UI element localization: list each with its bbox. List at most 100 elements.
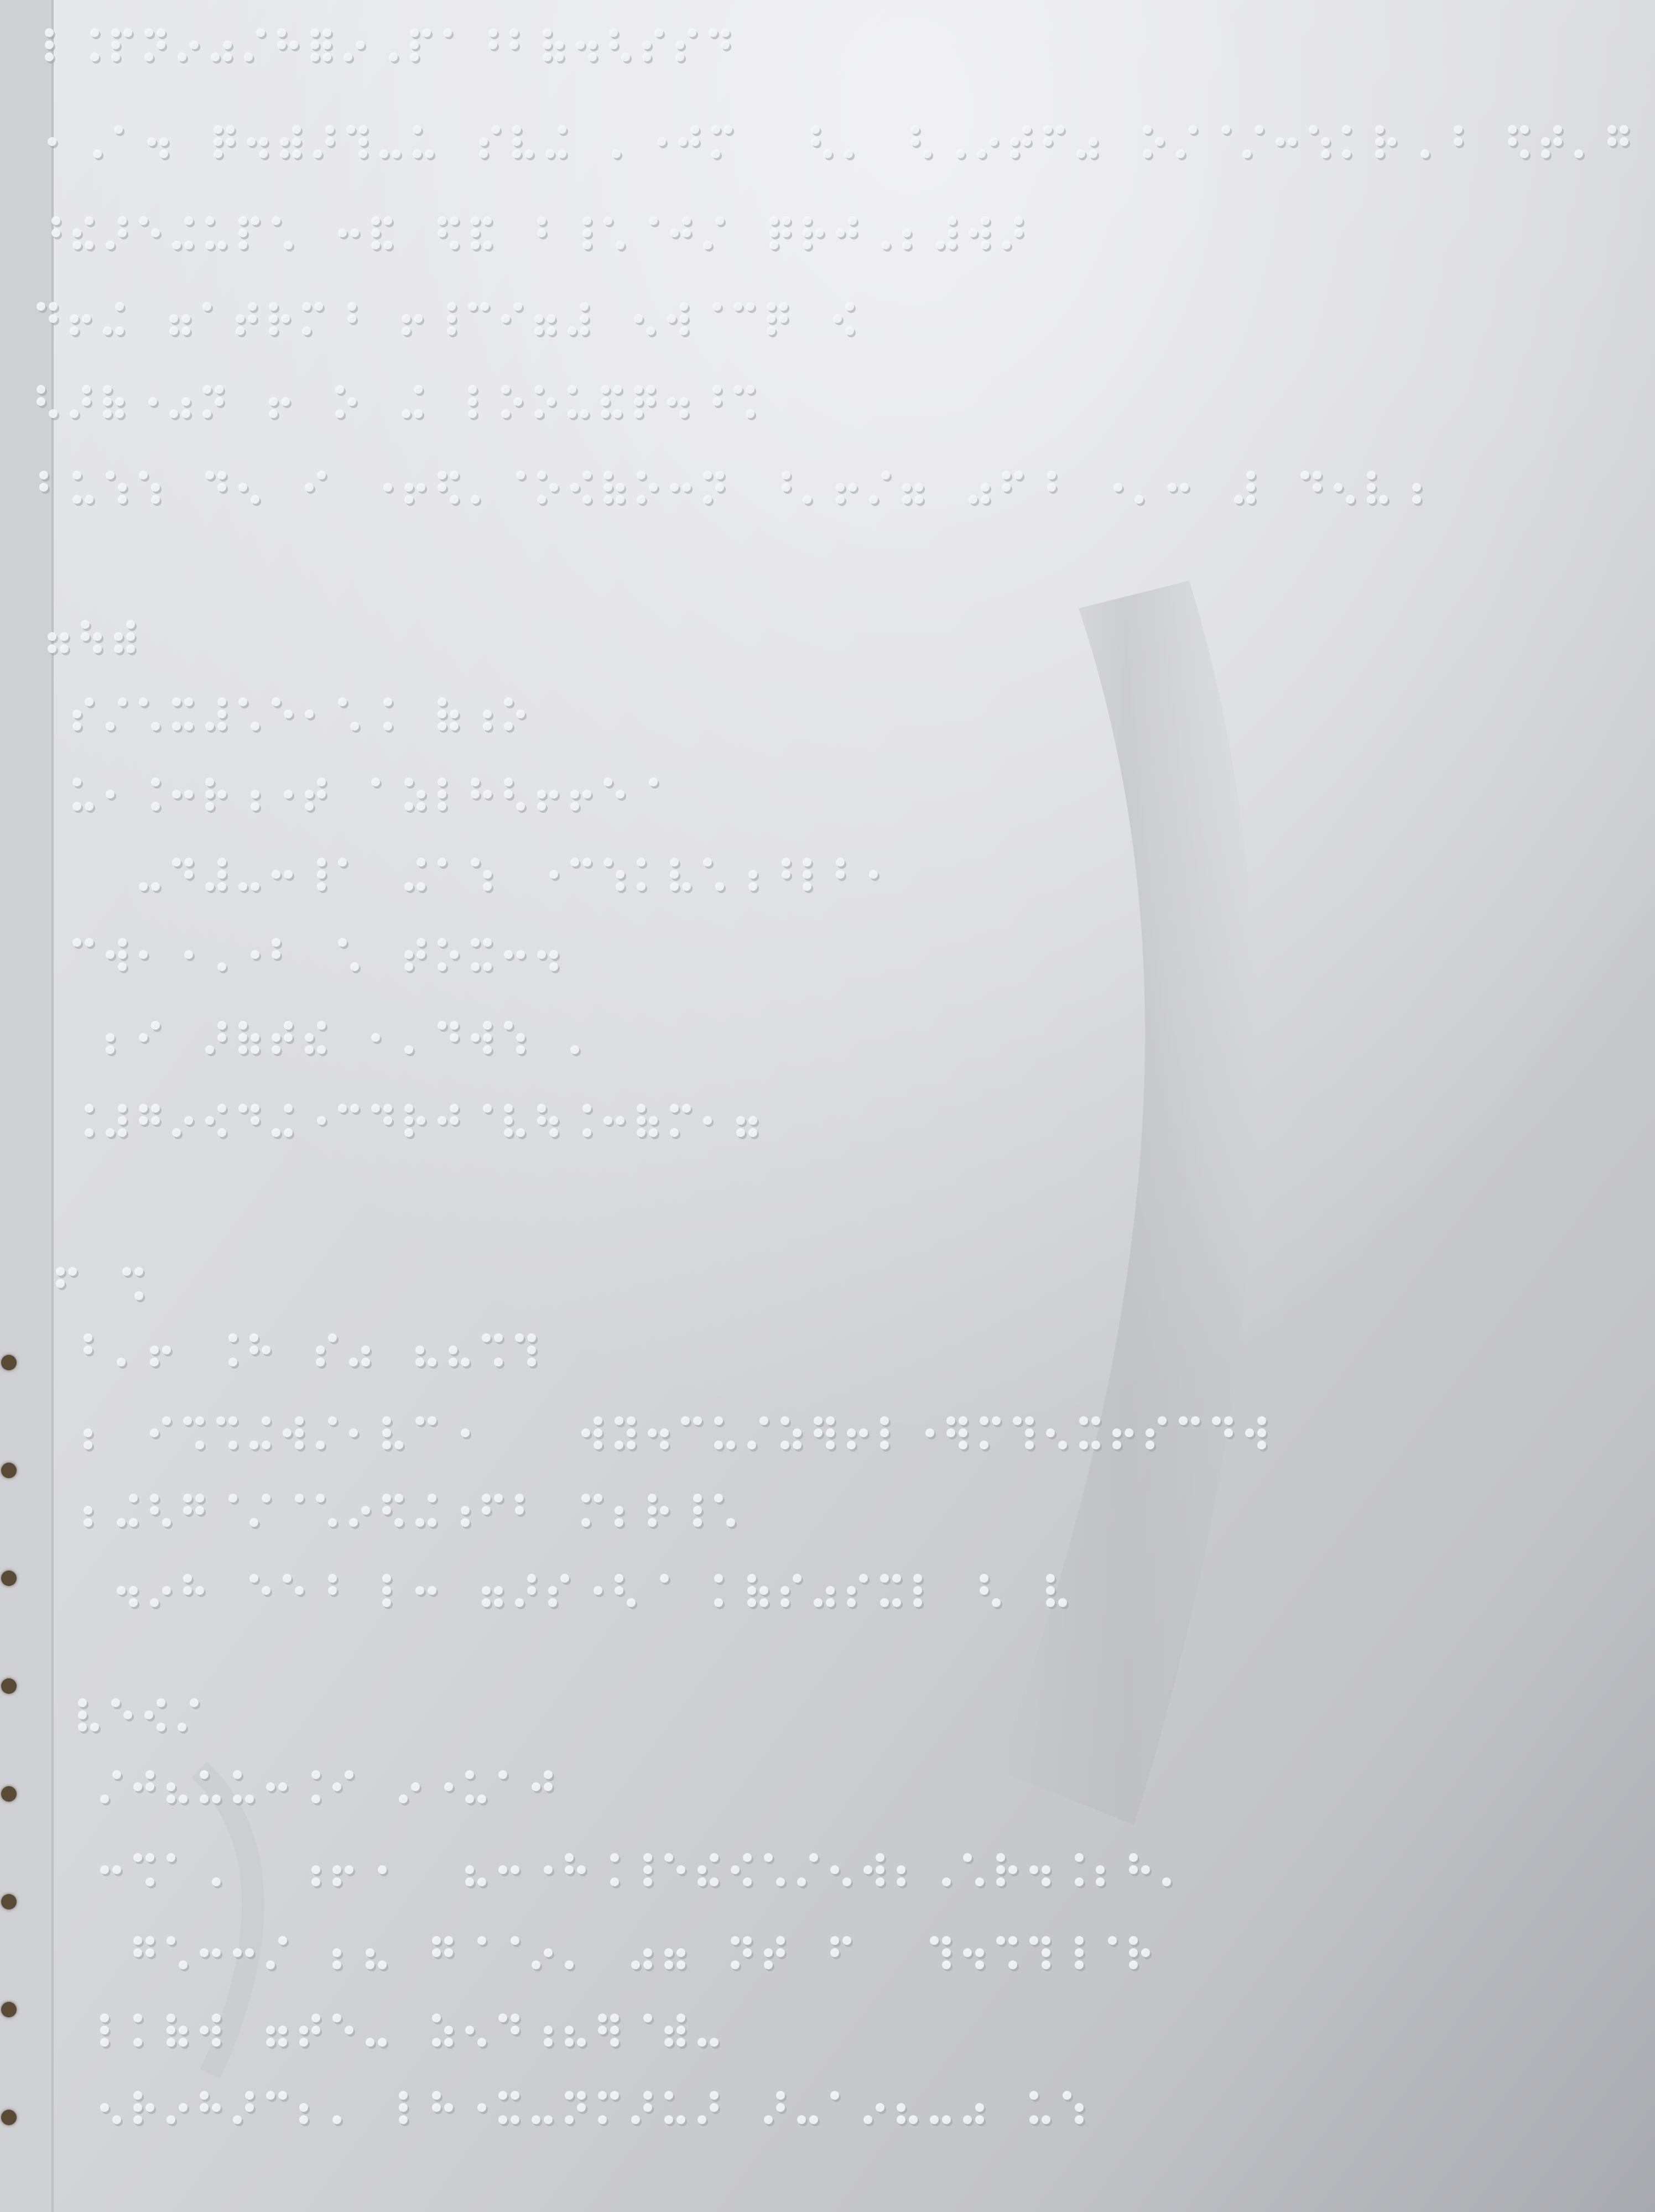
- braille-dot: [144, 53, 153, 61]
- braille-dot: [513, 302, 522, 311]
- braille-dot: [151, 1116, 160, 1125]
- braille-dot: [616, 483, 624, 492]
- braille-dot: [1025, 1428, 1034, 1437]
- braille-dot: [565, 1865, 574, 1874]
- braille-dot: [823, 149, 832, 158]
- braille-dot: [726, 1518, 735, 1527]
- braille-dot: [477, 2038, 486, 2047]
- braille-dot: [483, 241, 492, 249]
- braille-dot: [881, 471, 890, 479]
- braille-dot: [1553, 125, 1562, 134]
- braille-dot: [1079, 1441, 1088, 1449]
- braille-dot: [404, 483, 413, 492]
- braille-dot: [45, 40, 54, 49]
- braille-dot: [930, 2115, 939, 2124]
- braille-dot: [1520, 125, 1529, 134]
- braille-dot: [278, 2091, 287, 2100]
- braille-dot: [678, 137, 687, 146]
- braille-dot: [714, 1494, 723, 1503]
- braille-dot: [1029, 2115, 1038, 2124]
- braille-dot: [126, 632, 135, 641]
- braille-dot: [444, 1948, 453, 1957]
- braille-dot: [238, 697, 247, 706]
- braille-dot: [399, 2103, 408, 2112]
- braille-dot: [1321, 137, 1330, 146]
- braille-dot: [305, 709, 314, 718]
- braille-dot: [349, 1358, 358, 1366]
- braille-dot: [438, 790, 446, 799]
- braille-dot: [511, 1936, 519, 1945]
- braille-dot: [610, 2026, 619, 2034]
- braille-dot: [278, 1936, 287, 1945]
- braille-dot: [942, 2115, 951, 2124]
- braille-dot: [948, 228, 956, 237]
- braille-dot: [126, 620, 135, 629]
- braille-dot: [969, 228, 977, 237]
- braille-dot: [681, 1416, 690, 1425]
- braille-dot: [178, 53, 186, 61]
- braille-dot: [1454, 137, 1463, 146]
- braille-dot: [1008, 1960, 1017, 1969]
- braille-dot: [205, 216, 214, 225]
- braille-dot: [544, 1782, 553, 1791]
- braille-dot: [767, 302, 776, 311]
- braille-dot: [582, 241, 591, 249]
- braille-dot: [675, 40, 684, 49]
- braille-dot: [100, 2038, 109, 2047]
- braille-dot: [72, 241, 81, 249]
- braille-dot: [461, 1358, 470, 1366]
- braille-dot: [1342, 125, 1351, 134]
- braille-dot: [516, 950, 525, 959]
- braille-dot: [414, 314, 423, 323]
- braille-dot: [84, 1428, 92, 1437]
- braille-dot: [1242, 149, 1251, 158]
- braille-dot: [512, 125, 521, 134]
- braille-dot: [118, 495, 127, 504]
- braille-dot: [1058, 1598, 1067, 1607]
- braille-dot: [511, 2013, 519, 2022]
- braille-dot: [664, 1960, 673, 1969]
- braille-dot: [415, 1586, 424, 1595]
- braille-dot: [443, 28, 452, 37]
- braille-dot: [428, 1494, 436, 1503]
- braille-dot: [582, 1128, 591, 1137]
- braille-dot: [498, 2115, 507, 2124]
- braille-dot: [251, 790, 259, 799]
- braille-dot: [504, 1104, 513, 1113]
- braille-dot: [278, 1782, 287, 1791]
- braille-dot: [70, 409, 79, 418]
- braille-dot: [195, 1586, 204, 1595]
- braille-dot: [85, 241, 93, 249]
- braille-dot: [269, 302, 278, 311]
- braille-dot: [902, 241, 911, 249]
- braille-dot: [1508, 125, 1517, 134]
- braille-dot: [45, 53, 54, 61]
- braille-line: [100, 1853, 1173, 1888]
- braille-dot: [664, 1853, 673, 1862]
- braille-dot: [202, 302, 211, 311]
- braille-dot: [183, 1494, 192, 1503]
- braille-dot: [610, 2013, 619, 2022]
- braille-dot: [715, 882, 724, 891]
- braille-dot: [570, 483, 579, 492]
- braille-dot: [84, 1441, 92, 1449]
- braille-dot: [461, 1506, 470, 1515]
- braille-dot: [450, 709, 459, 718]
- braille-dot: [103, 409, 112, 418]
- braille-dot: [731, 1960, 740, 1969]
- braille-dot: [184, 216, 193, 225]
- braille-dot: [1047, 483, 1056, 492]
- braille-dot: [532, 2115, 540, 2124]
- braille-dot: [748, 882, 757, 891]
- braille-dot: [159, 149, 168, 158]
- braille-dot: [1180, 483, 1189, 492]
- braille-dot: [1079, 1416, 1088, 1425]
- braille-dot: [114, 644, 123, 653]
- braille-dot: [37, 385, 45, 394]
- braille-dot: [118, 216, 127, 225]
- braille-dot: [284, 870, 293, 879]
- braille-dot: [482, 1333, 491, 1342]
- braille-dot: [836, 228, 845, 237]
- braille-dot: [537, 495, 546, 504]
- braille-dot: [616, 882, 624, 891]
